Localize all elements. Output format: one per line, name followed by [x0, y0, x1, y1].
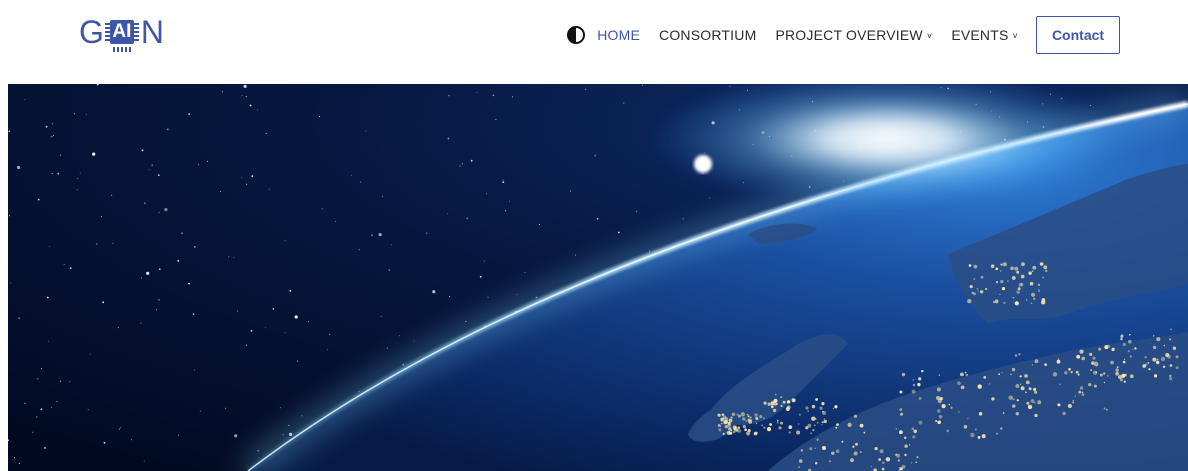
- nav-item-label: EVENTS: [951, 27, 1009, 43]
- chevron-down-icon: ˅: [1012, 31, 1018, 41]
- logo-letter-n: N: [140, 14, 164, 50]
- nav-item-consortium[interactable]: CONSORTIUM: [659, 27, 756, 43]
- site-header: G AI N HOME CONSORTIUM PROJECT OVERVIEW …: [0, 0, 1188, 84]
- nav-item-label: CONSORTIUM: [659, 27, 757, 43]
- gain-logo[interactable]: G AI N: [79, 13, 164, 52]
- hero-banner-image: [8, 84, 1188, 471]
- logo-chip-icon: AI: [104, 17, 140, 52]
- contrast-icon[interactable]: [567, 26, 586, 44]
- main-nav: HOME CONSORTIUM PROJECT OVERVIEW ˅ EVENT…: [567, 16, 1120, 54]
- contact-button[interactable]: Contact: [1036, 16, 1120, 54]
- nav-item-events[interactable]: EVENTS ˅: [951, 27, 1018, 43]
- logo-chip-text: AI: [112, 21, 132, 42]
- nav-item-label: HOME: [597, 27, 641, 43]
- chevron-down-icon: ˅: [926, 31, 933, 41]
- nav-item-project-overview[interactable]: PROJECT OVERVIEW ˅: [775, 27, 932, 43]
- logo-letter-g: G: [79, 14, 104, 50]
- earth-from-space-image: [8, 84, 1188, 471]
- nav-item-label: PROJECT OVERVIEW: [775, 27, 923, 43]
- nav-item-home[interactable]: HOME: [597, 27, 640, 43]
